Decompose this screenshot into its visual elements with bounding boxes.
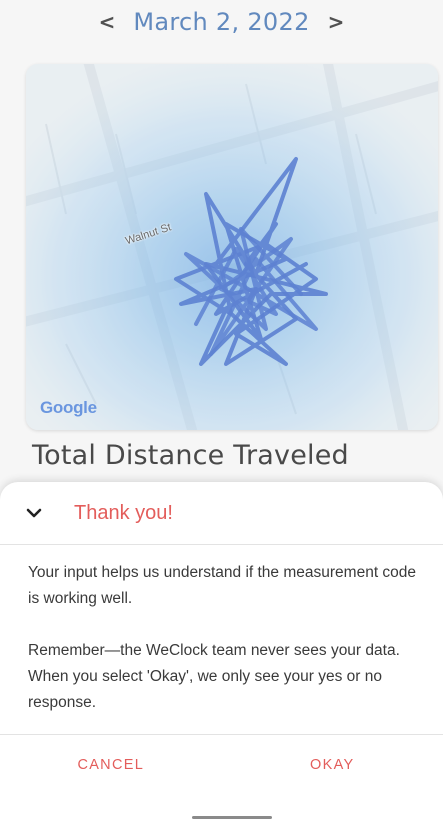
section-title: Total Distance Traveled <box>32 440 349 471</box>
google-logo: Google <box>40 398 97 417</box>
map-canvas <box>26 64 438 430</box>
okay-button[interactable]: OKAY <box>222 735 443 795</box>
date-navigation: < March 2, 2022 > <box>0 0 443 44</box>
message-paragraph-2: Remember—the WeClock team never sees you… <box>28 642 400 711</box>
home-indicator[interactable] <box>192 816 272 819</box>
previous-day-button[interactable]: < <box>99 12 116 32</box>
feedback-bottom-sheet: Thank you! Your input helps us understan… <box>0 482 443 824</box>
location-map[interactable]: Walnut St Google <box>26 64 438 430</box>
sheet-title: Thank you! <box>74 501 173 524</box>
message-paragraph-1: Your input helps us understand if the me… <box>28 564 417 607</box>
dialog-actions: CANCEL OKAY <box>0 735 443 795</box>
sheet-header: Thank you! <box>0 482 443 545</box>
app-screen: < March 2, 2022 > Walnut St Google Total… <box>0 0 443 824</box>
sheet-message: Your input helps us understand if the me… <box>28 560 418 742</box>
chevron-down-icon[interactable] <box>26 501 70 525</box>
next-day-button[interactable]: > <box>328 12 345 32</box>
cancel-button[interactable]: CANCEL <box>0 735 222 795</box>
current-date: March 2, 2022 <box>133 8 310 36</box>
